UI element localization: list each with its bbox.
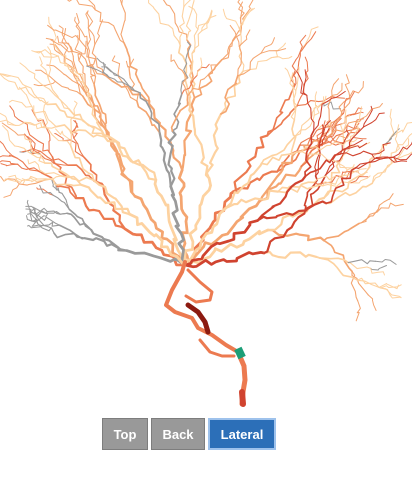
lateral-view-button[interactable]: Lateral: [208, 418, 276, 450]
dendrite-segment: [323, 222, 360, 242]
dendrite-segment: [90, 228, 128, 252]
dendrite-segment: [171, 93, 183, 132]
dendrite-segment: [0, 154, 18, 159]
top-view-button[interactable]: Top: [102, 418, 148, 450]
dendrite-segment: [0, 73, 12, 77]
dendrite-segment: [196, 63, 210, 76]
dendrite-segment: [0, 163, 19, 167]
dendrite-segment: [118, 76, 138, 102]
dendrite-segment: [370, 265, 387, 271]
dendrite-segment: [378, 287, 402, 299]
dendrite-segment: [188, 105, 211, 180]
dendrite-segment: [0, 73, 10, 82]
dendrite-segment: [47, 46, 52, 79]
dendrite-segment: [179, 6, 185, 47]
dendrite-segment: [371, 142, 391, 155]
dendrite-segment: [188, 5, 199, 30]
dendrite-segment: [37, 214, 61, 226]
dendrite-segment: [396, 151, 412, 160]
dendrite-segment: [220, 70, 244, 115]
dendrite-segment: [347, 259, 377, 265]
dendrite-segment: [40, 83, 70, 110]
dendrite-segment: [191, 28, 199, 62]
dendrite-segment: [380, 287, 402, 299]
dendrite-segment: [120, 3, 126, 44]
dendrite-segment: [191, 30, 203, 62]
dendrite-segment: [183, 192, 233, 267]
dendrite-segment: [3, 183, 20, 198]
dendrite-segment: [348, 81, 364, 99]
dendrite-segment: [266, 91, 293, 137]
dendrite-segment: [152, 6, 181, 47]
dendrite-segment: [35, 69, 56, 82]
dendrite-segment: [139, 91, 161, 134]
view-button-group: Top Back Lateral: [102, 418, 276, 450]
dendrite-segment: [19, 62, 42, 85]
dendrite-segment: [31, 49, 59, 57]
dendrite-segment: [296, 100, 324, 107]
dendrite-segment: [33, 80, 56, 87]
dendrite-segment: [205, 112, 222, 180]
dendrite-segment: [183, 0, 185, 8]
dendrite-segment: [70, 100, 78, 120]
dendrite-segment: [39, 184, 54, 196]
dendrite-segment: [58, 224, 86, 240]
dendrite-segment: [148, 0, 154, 8]
dendrite-segment: [327, 90, 346, 102]
neuron-morphology-rendering: [0, 0, 412, 407]
dendrite-segment: [18, 86, 33, 107]
dendrite-segment: [94, 19, 104, 45]
dendrite-segment: [263, 250, 318, 259]
dendrite-segment: [201, 15, 217, 32]
axon-segment: [239, 389, 246, 407]
dendrite-segment: [300, 136, 329, 168]
dendrite-segment: [196, 57, 203, 76]
dendrite-segment: [323, 239, 353, 273]
dendrite-segment: [296, 71, 308, 96]
dendrite-segment: [119, 0, 123, 5]
trunk-segment: [164, 260, 240, 354]
dendrite-segment: [237, 45, 242, 77]
dendrite-segment: [39, 56, 49, 79]
dendrite-segment: [260, 48, 287, 54]
dendrite-segment: [55, 46, 84, 83]
dendrite-segment: [322, 95, 345, 102]
dendrite-segment: [66, 212, 93, 231]
dendrite-segment: [170, 54, 183, 71]
dendrite-segment: [77, 40, 87, 61]
back-view-button[interactable]: Back: [151, 418, 205, 450]
dendrite-segment: [371, 158, 398, 184]
dendrite-segment: [49, 43, 73, 62]
dendrite-segment: [27, 136, 42, 152]
dendrite-segment: [375, 259, 397, 265]
dendrite-segment: [299, 31, 317, 53]
dendrite-segment: [315, 256, 353, 278]
dendrite-segment: [193, 0, 195, 2]
dendrite-segment: [123, 41, 151, 102]
dendrite-segment: [355, 300, 361, 322]
trunk-segment: [184, 268, 214, 304]
dendrite-segment: [242, 57, 272, 72]
dendrite-segment: [344, 74, 351, 101]
dendrite-segment: [339, 150, 373, 157]
dendrite-segment: [36, 187, 54, 196]
dendrite-segment: [2, 125, 16, 147]
dendrite-segment: [148, 99, 184, 172]
dendrite-segment: [270, 56, 293, 60]
neuron-3d-viewer[interactable]: [0, 0, 412, 410]
dendrite-segment: [197, 10, 213, 30]
dendrite-segment: [389, 108, 395, 139]
dendrite-segment: [380, 202, 404, 209]
dendrite-segment: [367, 294, 377, 311]
